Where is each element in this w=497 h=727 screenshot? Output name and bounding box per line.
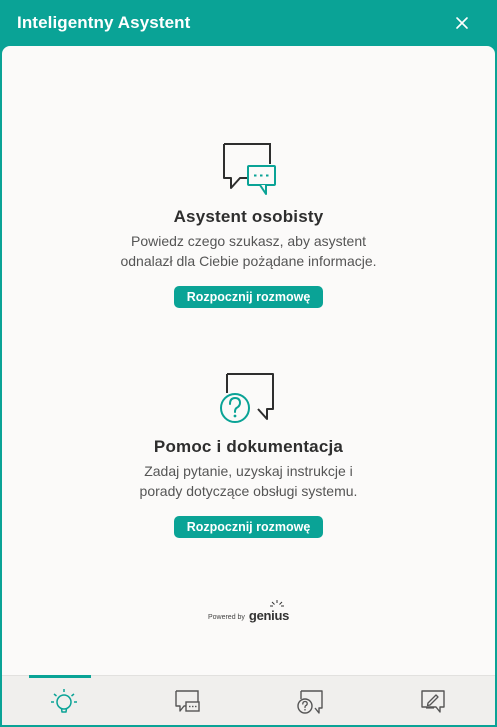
personal-assistant-section: Asystent osobisty Powiedz czego szukasz,… <box>2 141 495 308</box>
section-description: Zadaj pytanie, uzyskaj instrukcje i pora… <box>2 461 495 501</box>
window-title: Inteligentny Asystent <box>17 13 191 32</box>
edit-note-icon <box>421 690 446 713</box>
main-panel: Asystent osobisty Powiedz czego szukasz,… <box>2 46 495 725</box>
description-line: Zadaj pytanie, uzyskaj instrukcje i <box>144 463 353 479</box>
close-icon <box>456 17 468 29</box>
powered-by: Powered by genius <box>2 600 495 623</box>
help-documentation-section: Pomoc i dokumentacja Zadaj pytanie, uzys… <box>2 371 495 538</box>
lightbulb-icon <box>50 689 77 713</box>
chat-bubbles-icon <box>222 143 276 195</box>
brand-logo: genius <box>248 600 290 623</box>
description-line: porady dotyczące obsługi systemu. <box>139 483 358 499</box>
tab-suggestions[interactable] <box>2 675 125 725</box>
description-line: Powiedz czego szukasz, aby asystent <box>130 233 366 249</box>
description-line: odnalazł dla Ciebie pożądane informacje. <box>120 253 377 269</box>
section-title: Asystent osobisty <box>173 207 324 226</box>
tab-help[interactable] <box>249 676 372 725</box>
powered-by-label: Powered by <box>207 614 245 621</box>
bottom-tab-bar <box>2 675 495 725</box>
tab-notes[interactable] <box>372 676 495 725</box>
help-question-icon <box>219 373 274 423</box>
close-button[interactable] <box>451 12 473 34</box>
start-conversation-button[interactable]: Rozpocznij rozmowę <box>173 516 324 538</box>
sun-rays-icon <box>269 600 284 607</box>
section-title: Pomoc i dokumentacja <box>153 437 344 456</box>
brand-name: genius <box>248 608 290 623</box>
window-header: Inteligentny Asystent <box>0 0 497 46</box>
help-question-icon <box>297 690 323 714</box>
section-description: Powiedz czego szukasz, aby asystent odna… <box>2 231 495 271</box>
assistant-window: Inteligentny Asystent Asystent osobisty … <box>0 0 497 727</box>
start-conversation-button[interactable]: Rozpocznij rozmowę <box>173 286 324 308</box>
chat-bubbles-icon <box>175 690 200 712</box>
tab-personal-assistant[interactable] <box>125 676 248 725</box>
